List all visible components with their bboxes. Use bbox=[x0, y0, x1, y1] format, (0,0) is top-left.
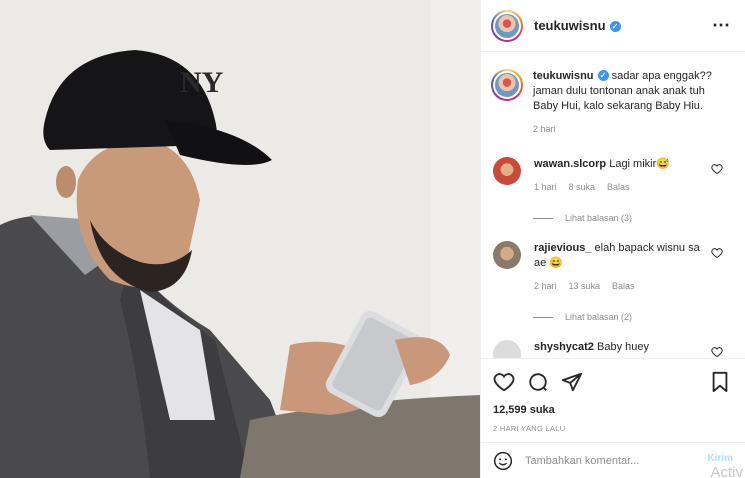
comment-input[interactable] bbox=[525, 455, 665, 467]
reply-button[interactable]: Balas bbox=[612, 279, 635, 294]
view-replies-label: Lihat balasan (3) bbox=[565, 213, 633, 223]
comments-list[interactable]: teukuwisnu ✓ sadar apa enggak?? jaman dul… bbox=[481, 53, 745, 358]
post-date[interactable]: 2 HARI YANG LALU bbox=[493, 424, 731, 433]
comment-item: wawan.slcorp Lagi mikir😅 1 hari 8 suka B… bbox=[491, 157, 731, 195]
caption-time[interactable]: 2 hari bbox=[533, 122, 556, 137]
post-panel: teukuwisnu ✓ ⋯ teukuwisnu ✓ sadar apa engg… bbox=[480, 0, 745, 478]
comment-item: rajievious_ elah bapack wisnu sa ae 😄 2 … bbox=[491, 241, 731, 294]
comment-item: shyshycat2 Baby huey bbox=[491, 340, 731, 358]
comment-text: Lagi mikir😅 bbox=[609, 158, 670, 170]
comment-username[interactable]: shyshycat2 bbox=[534, 341, 594, 353]
post-comment-button[interactable]: Kirim bbox=[707, 453, 733, 464]
divider-line bbox=[533, 217, 553, 219]
comment-likes[interactable]: 8 suka bbox=[569, 180, 596, 195]
verified-icon: ✓ bbox=[597, 70, 609, 81]
caption-avatar[interactable] bbox=[491, 69, 523, 101]
header-username-text[interactable]: teukuwisnu bbox=[534, 18, 606, 33]
comment-icon[interactable] bbox=[527, 371, 549, 393]
comment-avatar[interactable] bbox=[493, 157, 521, 185]
post-header: teukuwisnu ✓ ⋯ bbox=[481, 0, 745, 52]
caption-username[interactable]: teukuwisnu bbox=[533, 70, 594, 82]
comment-username[interactable]: wawan.slcorp bbox=[534, 158, 606, 170]
svg-text:NY: NY bbox=[180, 66, 224, 99]
add-comment-bar: Kirim Activ bbox=[481, 442, 745, 478]
reply-button[interactable]: Balas bbox=[607, 180, 630, 195]
more-options-icon[interactable]: ⋯ bbox=[712, 15, 731, 36]
heart-icon[interactable] bbox=[711, 247, 723, 259]
profile-avatar[interactable] bbox=[491, 9, 523, 42]
share-icon[interactable] bbox=[561, 371, 583, 393]
likes-count[interactable]: 12,599 suka bbox=[493, 404, 731, 416]
view-replies-button[interactable]: Lihat balasan (2) bbox=[533, 312, 731, 322]
heart-icon[interactable] bbox=[493, 371, 515, 393]
comment-avatar[interactable] bbox=[493, 241, 521, 269]
comment-text: Baby huey bbox=[597, 341, 649, 353]
header-username[interactable]: teukuwisnu ✓ bbox=[534, 18, 621, 33]
comment-time[interactable]: 1 hari bbox=[534, 180, 557, 195]
bookmark-icon[interactable] bbox=[709, 371, 731, 393]
heart-icon[interactable] bbox=[711, 346, 723, 358]
comment-time[interactable]: 2 hari bbox=[534, 279, 557, 294]
comment-likes[interactable]: 13 suka bbox=[569, 279, 601, 294]
post-photo[interactable]: NY bbox=[0, 0, 480, 478]
action-bar: 12,599 suka 2 HARI YANG LALU Kirim Activ bbox=[481, 358, 745, 478]
comment-avatar[interactable] bbox=[493, 340, 521, 358]
divider-line bbox=[533, 316, 553, 318]
heart-icon[interactable] bbox=[711, 163, 723, 175]
smiley-icon[interactable] bbox=[493, 451, 513, 471]
comment-username[interactable]: rajievious_ bbox=[534, 242, 591, 254]
view-replies-button[interactable]: Lihat balasan (3) bbox=[533, 213, 731, 223]
activation-watermark: Activ bbox=[710, 464, 743, 478]
verified-icon: ✓ bbox=[609, 21, 621, 32]
photo-illustration: NY bbox=[0, 0, 480, 478]
caption: teukuwisnu ✓ sadar apa enggak?? jaman dul… bbox=[491, 69, 731, 137]
view-replies-label: Lihat balasan (2) bbox=[565, 312, 633, 322]
